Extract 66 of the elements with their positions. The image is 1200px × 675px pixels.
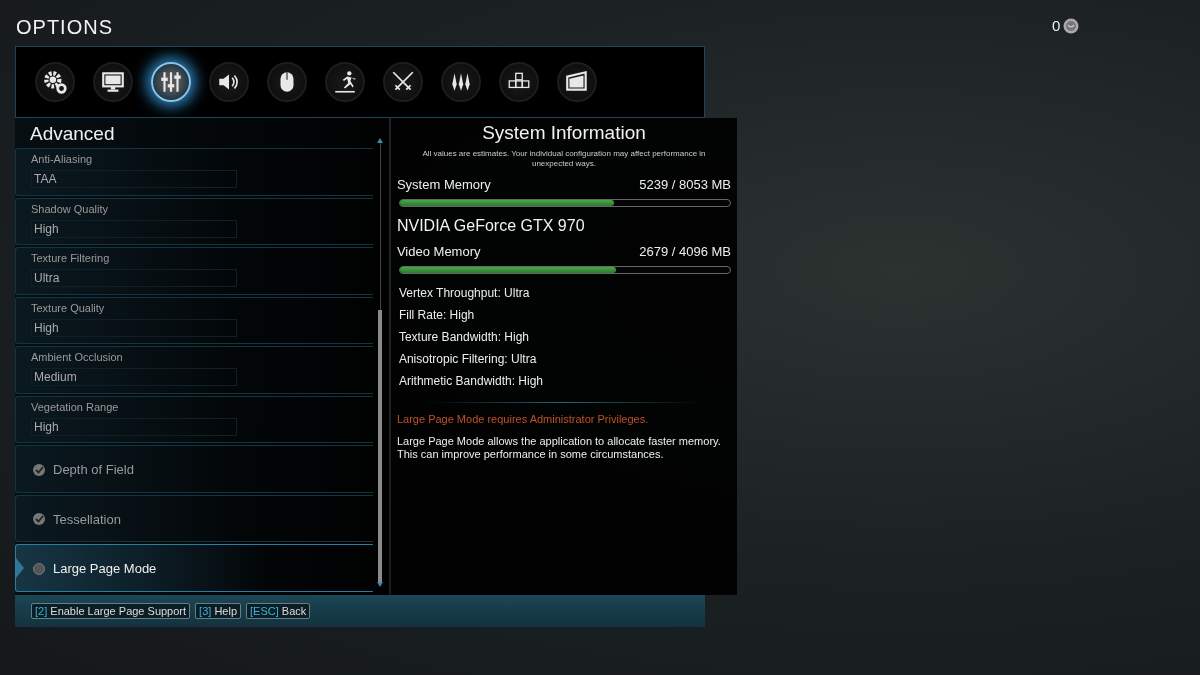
setting-row[interactable]: Texture Quality High (15, 296, 373, 344)
setting-label: Tessellation (53, 511, 121, 527)
category-tab[interactable] (93, 62, 133, 102)
runner-icon (332, 69, 358, 95)
category-tab[interactable] (383, 62, 423, 102)
gpu-rating: Arithmetic Bandwidth: High (397, 374, 544, 389)
setting-value[interactable]: High (31, 417, 237, 436)
category-tab[interactable] (441, 62, 481, 102)
setting-row[interactable]: Large Page Mode (15, 544, 373, 592)
setting-row[interactable]: Texture Filtering Ultra (15, 247, 373, 295)
gpu-rating: Fill Rate: High (397, 308, 476, 323)
description-text: Large Page Mode allows the application to allocate faster memory. This can improve performance in some circumstances. (396, 435, 722, 462)
gpu-name: NVIDIA GeForce GTX 970 (396, 217, 586, 236)
checkbox[interactable] (33, 562, 45, 575)
setting-label: Depth of Field (53, 462, 134, 478)
gpu-rating: Vertex Throughput: Ultra (397, 286, 531, 301)
gpu-rating: Anisotropic Filtering: Ultra (397, 352, 538, 367)
monitor-icon (100, 69, 126, 95)
setting-value[interactable]: Ultra (31, 269, 237, 287)
warning-text: Large Page Mode requires Administrator Privileges. (396, 413, 650, 426)
setting-row[interactable]: Ambient Occlusion Medium (15, 346, 373, 394)
hotkey-button[interactable]: [3] Help (195, 603, 241, 619)
hotkey-button[interactable]: [ESC] Back (246, 603, 311, 619)
scrollbar-thumb[interactable] (378, 309, 382, 582)
category-tab[interactable] (499, 62, 539, 102)
setting-value[interactable]: High (31, 219, 237, 238)
setting-label: Large Page Mode (53, 561, 157, 577)
checkbox[interactable] (33, 513, 45, 526)
category-tab[interactable] (209, 62, 249, 102)
setting-value[interactable]: High (31, 318, 237, 337)
category-tab[interactable] (325, 62, 365, 102)
setting-label: Ambient Occlusion (31, 351, 124, 363)
page-title: OPTIONS (16, 16, 113, 39)
category-tab[interactable] (267, 62, 307, 102)
memory-label: Video Memory (396, 244, 481, 260)
memory-label: System Memory (396, 177, 491, 193)
scroll-up-icon[interactable] (377, 138, 383, 143)
setting-label: Vegetation Range (31, 400, 120, 413)
section-title: Advanced (29, 122, 116, 146)
setting-row[interactable]: Depth of Field (15, 445, 373, 493)
category-tab[interactable] (557, 62, 597, 102)
info-title: System Information (481, 122, 647, 144)
setting-row[interactable]: Anti-Aliasing TAA (15, 148, 373, 196)
category-tab[interactable] (35, 62, 75, 102)
memory-reading: 2679 / 4096 MB (639, 244, 731, 260)
setting-row[interactable]: Shadow Quality High (15, 197, 373, 245)
info-note: All values are estimates. Your individual configuration may affect performance in unexpected ways. (421, 149, 707, 169)
scroll-down-icon[interactable] (377, 582, 383, 587)
category-tab[interactable] (151, 62, 191, 102)
setting-label: Texture Quality (31, 301, 106, 314)
setting-value[interactable]: TAA (31, 170, 237, 188)
checkbox[interactable] (33, 463, 45, 476)
setting-value[interactable]: Medium (31, 368, 237, 386)
setting-label: Shadow Quality (31, 202, 110, 215)
setting-label: Anti-Aliasing (31, 153, 94, 165)
coin-icon (1063, 17, 1080, 34)
setting-row[interactable]: Vegetation Range High (15, 395, 373, 443)
hotkey-button[interactable]: [2] Enable Large Page Support (31, 603, 191, 619)
currency-amount: 0 (1052, 17, 1061, 34)
gpu-rating: Texture Bandwidth: High (397, 330, 530, 345)
setting-row[interactable]: Tessellation (15, 494, 373, 542)
gears-icon (42, 69, 68, 95)
sliders-icon (158, 69, 184, 95)
selection-pointer-icon (16, 558, 24, 578)
memory-reading: 5239 / 8053 MB (639, 177, 731, 193)
setting-label: Texture Filtering (31, 252, 111, 264)
